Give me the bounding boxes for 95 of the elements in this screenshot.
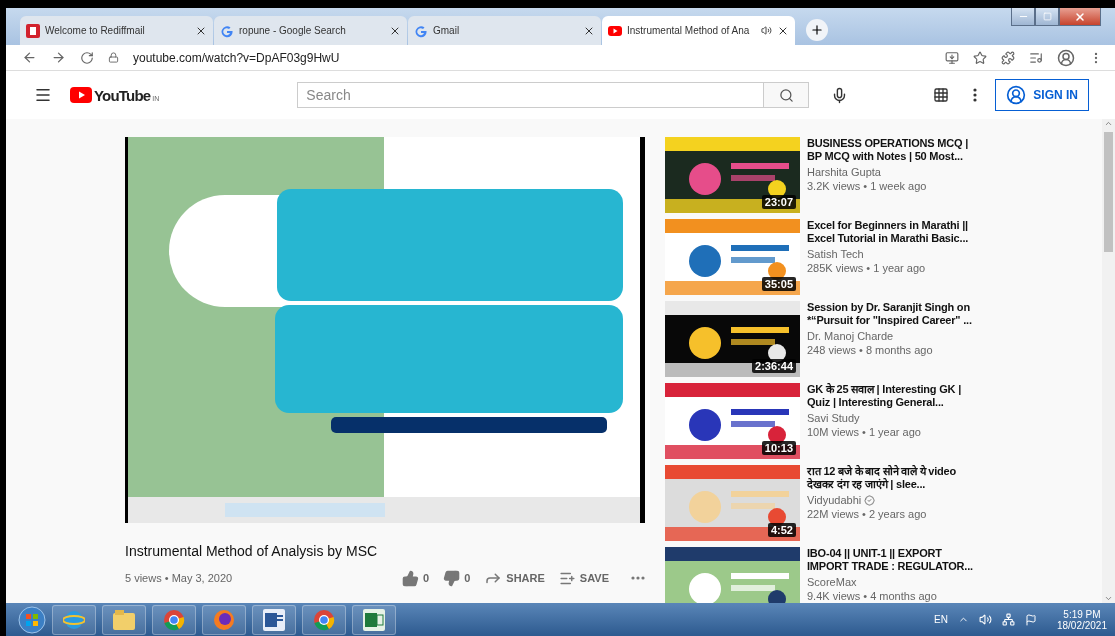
recommended-video-title[interactable]: रात 12 बजे के बाद सोने वाले ये video देखकर दंग रह जाएंगे | slee... <box>807 465 985 491</box>
grid-icon <box>933 87 950 103</box>
taskbar-app-button[interactable] <box>102 604 146 635</box>
browser-tab[interactable]: ropune - Google Search <box>214 16 407 45</box>
video-meta: 3.2K views • 1 week ago <box>807 179 928 193</box>
channel-name[interactable]: ScoreMax <box>807 575 857 589</box>
apps-grid-button[interactable] <box>933 87 950 103</box>
scroll-up-icon[interactable] <box>1104 119 1114 128</box>
extensions-icon[interactable] <box>1001 50 1015 65</box>
menu-icon[interactable] <box>34 86 52 104</box>
video-duration: 4:52 <box>767 523 796 537</box>
channel-name[interactable]: Vidyudabhi <box>807 493 862 507</box>
new-tab-button[interactable] <box>806 19 828 41</box>
chrome-icon <box>163 608 185 631</box>
browser-tab[interactable]: Gmail <box>408 16 601 45</box>
logo-text[interactable]: YouTube <box>94 86 151 104</box>
taskbar-app-button[interactable] <box>352 604 396 635</box>
flag-icon[interactable] <box>1024 613 1037 626</box>
tab-title: ropune - Google Search <box>239 25 347 36</box>
channel-name[interactable]: Satish Tech <box>807 247 864 261</box>
start-button[interactable] <box>18 605 46 634</box>
video-duration: 2:36:44 <box>752 359 796 373</box>
recommended-video-title[interactable]: Excel for Beginners in Marathi || Excel Tutorial in Marathi Basic... <box>807 219 985 245</box>
scrollbar-thumb[interactable] <box>1104 132 1114 252</box>
profile-icon[interactable] <box>1057 48 1075 67</box>
search-button[interactable] <box>764 82 810 108</box>
scroll-down-icon[interactable] <box>1104 594 1114 603</box>
browser-icon <box>63 608 85 631</box>
channel-name[interactable]: Dr. Manoj Charde <box>807 329 894 343</box>
save-button[interactable]: SAVE <box>558 569 609 587</box>
close-icon <box>1074 10 1086 23</box>
video-meta: 22M views • 2 years ago <box>807 507 928 521</box>
recommended-video-title[interactable]: GK के 25 सवाल | Interesting GK | Quiz | Interesting General... <box>807 383 985 409</box>
media-queue-icon[interactable] <box>1029 50 1043 65</box>
g-logo-icon <box>220 23 234 38</box>
browser-tab[interactable]: Instrumental Method of Ana <box>602 16 795 45</box>
plus-icon <box>810 23 824 37</box>
video-meta: 10M views • 1 year ago <box>807 425 922 439</box>
channel-name[interactable]: Savi Study <box>807 411 860 425</box>
maximize-icon <box>1042 12 1052 21</box>
video-meta: 285K views • 1 year ago <box>807 261 927 275</box>
search-field[interactable]: Search <box>297 82 765 108</box>
video-meta: 9.4K views • 4 months ago <box>807 589 938 603</box>
maximize-button[interactable] <box>1035 8 1059 26</box>
minimize-button[interactable] <box>1011 8 1035 26</box>
lock-icon[interactable] <box>108 52 119 63</box>
bookmark-star-icon[interactable] <box>973 50 987 65</box>
document-icon <box>263 608 285 631</box>
search-icon <box>778 87 794 103</box>
video-duration: 10:13 <box>761 441 796 455</box>
chrome-icon <box>313 608 335 631</box>
forward-icon[interactable] <box>51 50 66 65</box>
video-meta: 248 views • 8 months ago <box>807 343 934 357</box>
share-button[interactable]: SHARE <box>484 569 545 587</box>
clock-time: 5:19 PM <box>1063 608 1101 620</box>
video-meta: 5 views • May 3, 2020 <box>125 572 234 584</box>
network-icon[interactable] <box>1001 613 1015 626</box>
volume-icon[interactable] <box>978 613 992 626</box>
sign-in-button[interactable]: SIGN IN <box>995 79 1089 111</box>
more-button[interactable] <box>973 88 978 102</box>
spreadsheet-icon <box>363 608 385 631</box>
recommended-video-title[interactable]: IBO-04 || UNIT-1 || EXPORT IMPORT TRADE : REGULATOR... <box>807 547 985 573</box>
dislike-button[interactable]: 0 <box>443 569 471 587</box>
video-duration: 35:05 <box>761 277 796 291</box>
back-icon[interactable] <box>22 50 37 65</box>
more-icon <box>631 576 645 580</box>
language-indicator[interactable]: EN <box>934 614 948 625</box>
play-logo-icon <box>608 25 622 36</box>
video-duration: 23:07 <box>761 195 796 209</box>
taskbar-app-button[interactable] <box>302 604 346 635</box>
recommended-video-title[interactable]: BUSINESS OPERATIONS MCQ | BP MCQ with Notes | 50 Most... <box>807 137 985 163</box>
logo-icon[interactable] <box>70 87 92 103</box>
install-icon[interactable] <box>945 50 959 65</box>
taskbar-app-button[interactable] <box>252 604 296 635</box>
user-icon <box>1006 85 1027 105</box>
thumbs-up-icon <box>402 569 420 587</box>
reload-icon[interactable] <box>80 50 94 65</box>
recommended-video-title[interactable]: Session by Dr. Saranjit Singh on *“Pursuit for "Inspired Career" ... <box>807 301 985 327</box>
more-icon <box>973 88 978 102</box>
channel-name[interactable]: Harshita Gupta <box>807 165 881 179</box>
browser-tab[interactable]: Welcome to Rediffmail <box>20 16 213 45</box>
folder-icon <box>113 609 135 630</box>
taskbar-app-button[interactable] <box>202 604 246 635</box>
video-title: Instrumental Method of Analysis by MSC <box>125 543 379 559</box>
taskbar-app-button[interactable] <box>152 604 196 635</box>
like-button[interactable]: 0 <box>402 569 430 587</box>
clock-date: 18/02/2021 <box>1056 619 1107 631</box>
site-icon <box>26 23 40 38</box>
taskbar-app-button[interactable] <box>52 604 96 635</box>
tab-title: Welcome to Rediffmail <box>45 25 146 36</box>
thumbs-down-icon <box>443 569 461 587</box>
g-logo-icon <box>414 23 428 38</box>
close-button[interactable] <box>1059 8 1101 26</box>
tab-title: Gmail <box>433 25 461 36</box>
tab-title: Instrumental Method of Ana <box>627 25 751 36</box>
